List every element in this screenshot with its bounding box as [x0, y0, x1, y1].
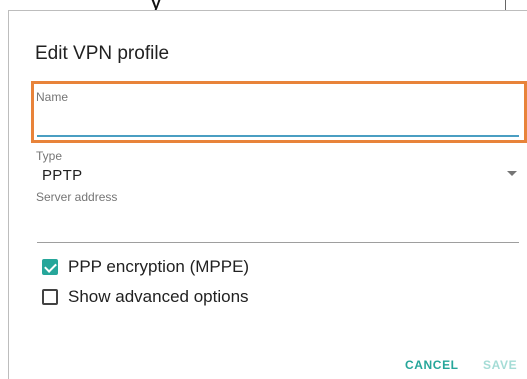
dialog-title: Edit VPN profile [35, 43, 170, 64]
name-field-label: Name [36, 90, 69, 104]
ppp-encryption-label[interactable]: PPP encryption (MPPE) [68, 257, 249, 277]
ppp-encryption-checkbox[interactable] [42, 259, 58, 275]
screen: y Edit VPN profile Name Type PPTP Server… [0, 0, 527, 379]
server-address-label: Server address [36, 190, 118, 204]
name-field-highlight [31, 81, 527, 143]
show-advanced-option[interactable]: Show advanced options [42, 287, 249, 307]
type-select[interactable]: PPTP [42, 167, 82, 184]
server-address-input[interactable] [37, 242, 519, 243]
name-input[interactable] [37, 135, 519, 137]
ppp-encryption-option[interactable]: PPP encryption (MPPE) [42, 257, 249, 277]
save-button[interactable]: SAVE [483, 358, 517, 372]
show-advanced-label[interactable]: Show advanced options [68, 287, 249, 307]
dropdown-arrow-icon[interactable] [507, 171, 517, 176]
type-field-label: Type [36, 149, 63, 163]
edit-vpn-profile-dialog: Edit VPN profile Name Type PPTP Server a… [8, 10, 527, 379]
show-advanced-checkbox[interactable] [42, 289, 58, 305]
cancel-button[interactable]: CANCEL [405, 358, 459, 372]
